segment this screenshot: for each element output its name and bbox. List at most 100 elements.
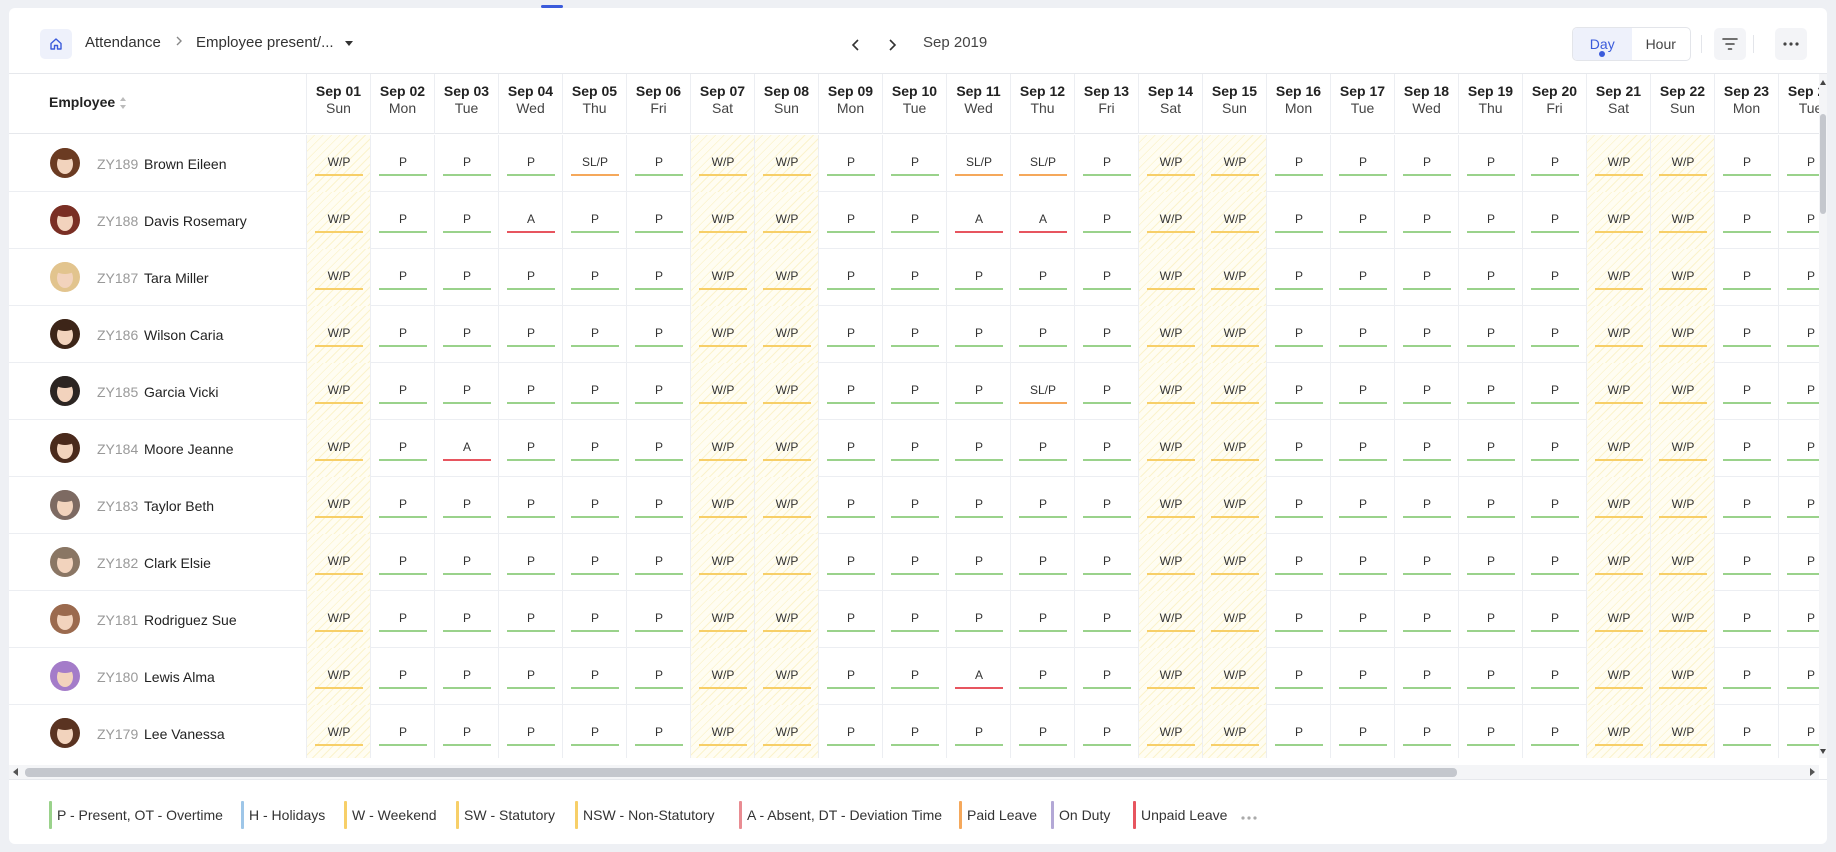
breadcrumb-current[interactable]: Employee present/... — [196, 34, 334, 51]
attendance-cell[interactable]: P — [1778, 648, 1819, 705]
attendance-cell[interactable]: P — [1522, 249, 1586, 306]
vertical-scrollbar[interactable] — [1819, 74, 1827, 758]
attendance-cell[interactable]: W/P — [306, 306, 370, 363]
attendance-cell[interactable]: W/P — [1586, 135, 1650, 192]
employee-name[interactable]: Taylor Beth — [144, 498, 214, 514]
attendance-cell[interactable]: SL/P — [1010, 135, 1074, 192]
attendance-cell[interactable]: P — [818, 477, 882, 534]
attendance-cell[interactable]: W/P — [1138, 705, 1202, 758]
attendance-cell[interactable]: W/P — [690, 249, 754, 306]
attendance-cell[interactable]: W/P — [1138, 648, 1202, 705]
employee-name[interactable]: Wilson Caria — [144, 327, 223, 343]
attendance-cell[interactable]: W/P — [1138, 192, 1202, 249]
attendance-cell[interactable]: P — [1522, 420, 1586, 477]
attendance-cell[interactable]: W/P — [1202, 705, 1266, 758]
attendance-cell[interactable]: P — [1074, 192, 1138, 249]
attendance-cell[interactable]: W/P — [754, 591, 818, 648]
attendance-cell[interactable]: P — [562, 249, 626, 306]
attendance-cell[interactable]: P — [1778, 363, 1819, 420]
attendance-cell[interactable]: W/P — [1586, 534, 1650, 591]
day-column-header[interactable]: Sep 18 Wed — [1394, 74, 1458, 134]
attendance-cell[interactable]: W/P — [1586, 477, 1650, 534]
attendance-cell[interactable]: W/P — [1586, 363, 1650, 420]
attendance-cell[interactable]: P — [626, 249, 690, 306]
attendance-cell[interactable]: P — [1778, 705, 1819, 758]
attendance-cell[interactable]: P — [562, 534, 626, 591]
attendance-cell[interactable]: P — [882, 249, 946, 306]
attendance-cell[interactable]: W/P — [1202, 249, 1266, 306]
attendance-cell[interactable]: P — [1778, 477, 1819, 534]
attendance-cell[interactable]: P — [370, 420, 434, 477]
attendance-cell[interactable]: P — [1458, 363, 1522, 420]
attendance-cell[interactable]: P — [626, 534, 690, 591]
attendance-cell[interactable]: W/P — [1138, 591, 1202, 648]
attendance-cell[interactable]: P — [370, 306, 434, 363]
attendance-cell[interactable]: P — [818, 135, 882, 192]
attendance-cell[interactable]: P — [562, 705, 626, 758]
attendance-cell[interactable]: P — [1266, 363, 1330, 420]
attendance-cell[interactable]: P — [498, 705, 562, 758]
attendance-cell[interactable]: W/P — [1650, 249, 1714, 306]
attendance-cell[interactable]: P — [562, 477, 626, 534]
attendance-cell[interactable]: P — [562, 192, 626, 249]
attendance-cell[interactable]: P — [434, 363, 498, 420]
attendance-cell[interactable]: P — [1266, 192, 1330, 249]
attendance-cell[interactable]: P — [1522, 306, 1586, 363]
attendance-cell[interactable]: P — [1522, 477, 1586, 534]
scroll-down-icon[interactable] — [1820, 749, 1826, 754]
attendance-cell[interactable]: W/P — [690, 591, 754, 648]
filter-button[interactable] — [1714, 28, 1746, 60]
attendance-cell[interactable]: P — [562, 363, 626, 420]
attendance-cell[interactable]: W/P — [754, 249, 818, 306]
employee-name[interactable]: Clark Elsie — [144, 555, 211, 571]
attendance-cell[interactable]: P — [818, 249, 882, 306]
attendance-cell[interactable]: P — [1714, 705, 1778, 758]
attendance-cell[interactable]: W/P — [1202, 534, 1266, 591]
attendance-cell[interactable]: P — [946, 306, 1010, 363]
employee-name[interactable]: Moore Jeanne — [144, 441, 234, 457]
table-row[interactable]: ZY189 Brown Eileen W/P P P P SL/P P W/P W/P P P SL/P… — [9, 135, 1819, 192]
attendance-cell[interactable]: P — [882, 306, 946, 363]
attendance-cell[interactable]: P — [434, 648, 498, 705]
day-column-header[interactable]: Sep 10 Tue — [882, 74, 946, 134]
attendance-cell[interactable]: P — [1010, 420, 1074, 477]
attendance-cell[interactable]: P — [1330, 477, 1394, 534]
attendance-cell[interactable]: W/P — [306, 363, 370, 420]
day-column-header[interactable]: Sep 17 Tue — [1330, 74, 1394, 134]
day-column-header[interactable]: Sep 15 Sun — [1202, 74, 1266, 134]
attendance-cell[interactable]: P — [882, 477, 946, 534]
attendance-cell[interactable]: P — [626, 420, 690, 477]
attendance-cell[interactable]: P — [498, 306, 562, 363]
chevron-left-icon[interactable] — [849, 38, 863, 52]
attendance-cell[interactable]: W/P — [690, 648, 754, 705]
horizontal-scroll-thumb[interactable] — [25, 768, 1457, 777]
attendance-cell[interactable]: W/P — [1650, 420, 1714, 477]
attendance-cell[interactable]: W/P — [1586, 705, 1650, 758]
attendance-cell[interactable]: P — [818, 591, 882, 648]
attendance-cell[interactable]: P — [1458, 306, 1522, 363]
attendance-cell[interactable]: SL/P — [1010, 363, 1074, 420]
attendance-cell[interactable]: P — [1714, 192, 1778, 249]
attendance-cell[interactable]: W/P — [1650, 477, 1714, 534]
attendance-cell[interactable]: P — [1522, 534, 1586, 591]
scroll-right-icon[interactable] — [1810, 768, 1815, 776]
attendance-cell[interactable]: W/P — [1650, 705, 1714, 758]
attendance-cell[interactable]: P — [498, 591, 562, 648]
attendance-cell[interactable]: P — [1714, 363, 1778, 420]
attendance-cell[interactable]: P — [498, 477, 562, 534]
day-column-header[interactable]: Sep 20 Fri — [1522, 74, 1586, 134]
attendance-cell[interactable]: P — [946, 591, 1010, 648]
attendance-cell[interactable]: W/P — [1202, 192, 1266, 249]
attendance-cell[interactable]: W/P — [1650, 648, 1714, 705]
attendance-cell[interactable]: P — [370, 363, 434, 420]
attendance-cell[interactable]: P — [626, 135, 690, 192]
attendance-cell[interactable]: P — [626, 477, 690, 534]
attendance-cell[interactable]: P — [1778, 306, 1819, 363]
vertical-scroll-thumb[interactable] — [1820, 114, 1826, 214]
attendance-cell[interactable]: W/P — [754, 135, 818, 192]
scroll-up-icon[interactable] — [1820, 80, 1826, 85]
attendance-cell[interactable]: W/P — [306, 648, 370, 705]
attendance-cell[interactable]: W/P — [690, 420, 754, 477]
attendance-cell[interactable]: P — [1522, 135, 1586, 192]
attendance-cell[interactable]: P — [1074, 420, 1138, 477]
